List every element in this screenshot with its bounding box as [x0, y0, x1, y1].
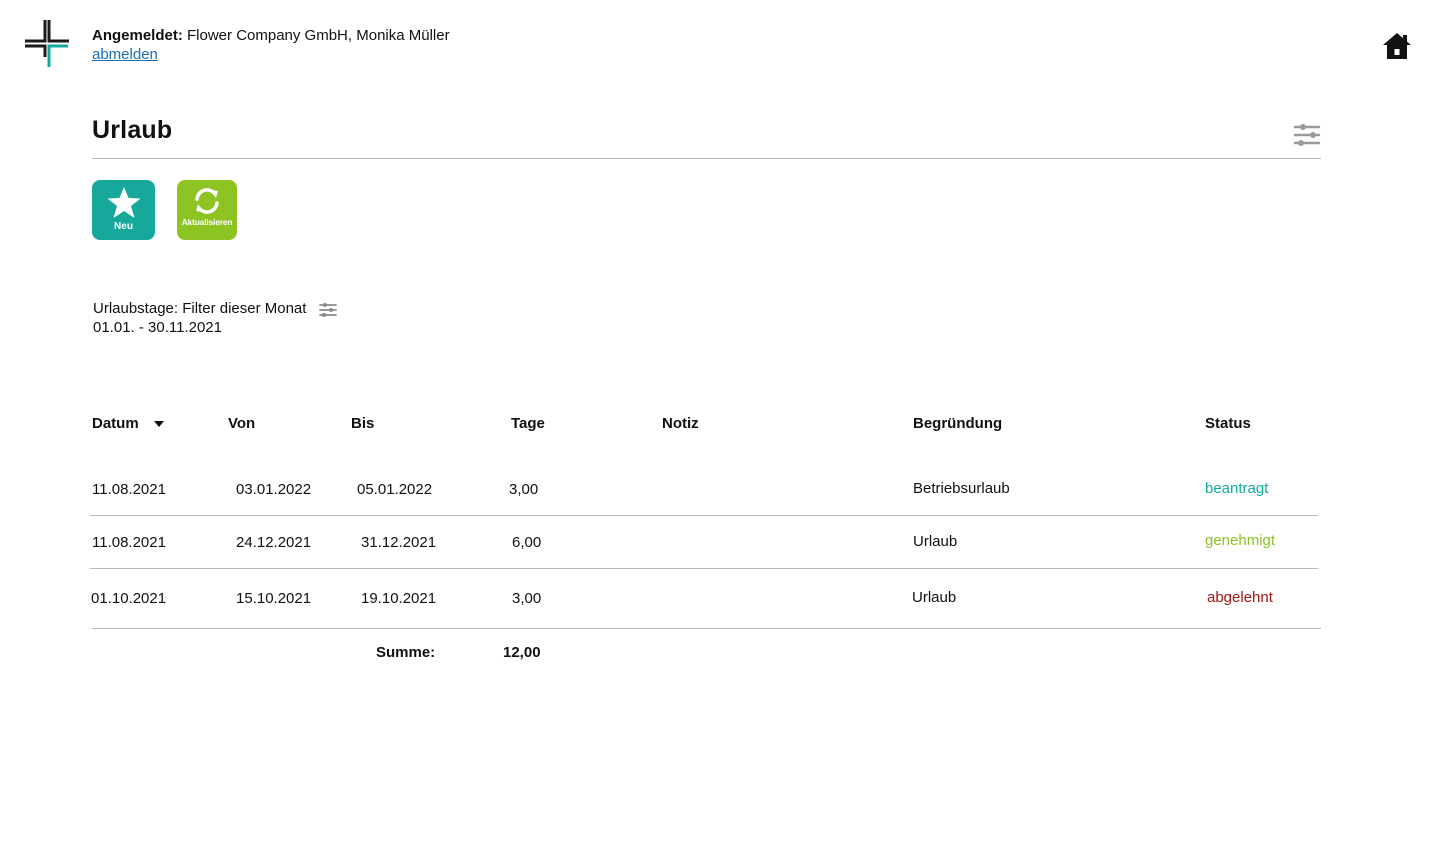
cell-datum: 11.08.2021: [92, 481, 166, 498]
cell-tage: 6,00: [512, 534, 542, 551]
cell-begruendung: Urlaub: [913, 533, 958, 550]
cell-bis: 05.01.2022: [357, 481, 433, 498]
cell-begruendung: Betriebsurlaub: [913, 480, 1010, 497]
login-user: Flower Company GmbH, Monika Müller: [187, 27, 450, 44]
page-title: Urlaub: [92, 116, 173, 144]
sum-label: Summe:: [376, 644, 436, 661]
cell-von: 24.12.2021: [236, 534, 312, 551]
filter-summary: Urlaubstage: Filter dieser Monat: [93, 300, 306, 317]
cell-datum: 11.08.2021: [92, 534, 166, 551]
filter-label: Urlaubstage:: [93, 300, 179, 317]
refresh-button[interactable]: Aktualisieren: [177, 180, 237, 240]
filter-value: Filter dieser Monat: [182, 300, 307, 317]
status-badge: genehmigt: [1205, 532, 1276, 549]
status-badge: beantragt: [1205, 480, 1269, 497]
cell-begruendung: Urlaub: [912, 589, 957, 606]
filter-date-range: 01.01. - 30.11.2021: [93, 319, 222, 336]
cell-tage: 3,00: [512, 590, 542, 607]
status-badge: abgelehnt: [1207, 589, 1273, 606]
column-header-notiz[interactable]: Notiz: [662, 415, 699, 432]
row-divider: [90, 568, 1318, 569]
new-button-label: Neu: [114, 221, 133, 232]
sort-down-icon[interactable]: [154, 421, 164, 427]
refresh-button-label: Aktualisieren: [181, 217, 233, 227]
column-header-status[interactable]: Status: [1205, 415, 1251, 432]
home-icon[interactable]: [1382, 32, 1412, 60]
cell-datum: 01.10.2021: [91, 590, 167, 607]
row-divider: [90, 515, 1318, 516]
sum-value: 12,00: [503, 644, 541, 661]
logo-mark: [25, 20, 69, 67]
logout-link[interactable]: abmelden: [92, 46, 158, 63]
column-header-bis[interactable]: Bis: [351, 415, 374, 432]
cell-tage: 3,00: [509, 481, 539, 498]
new-button[interactable]: Neu: [92, 180, 155, 240]
refresh-icon: [195, 188, 219, 214]
cell-bis: 31.12.2021: [361, 534, 437, 551]
table-bottom-divider: [92, 628, 1321, 629]
login-info: Angemeldet: Flower Company GmbH, Monika …: [92, 27, 450, 44]
settings-sliders-icon[interactable]: [1293, 122, 1321, 148]
column-header-tage[interactable]: Tage: [511, 415, 545, 432]
title-divider: [92, 158, 1321, 159]
column-header-von[interactable]: Von: [228, 415, 255, 432]
cell-von: 15.10.2021: [236, 590, 312, 607]
filter-sliders-icon[interactable]: [319, 302, 337, 318]
login-label: Angemeldet:: [92, 27, 183, 44]
star-icon: [107, 187, 140, 218]
column-header-datum[interactable]: Datum: [92, 415, 139, 432]
cell-bis: 19.10.2021: [361, 590, 437, 607]
cell-von: 03.01.2022: [236, 481, 312, 498]
column-header-begruendung[interactable]: Begründung: [913, 415, 1002, 432]
